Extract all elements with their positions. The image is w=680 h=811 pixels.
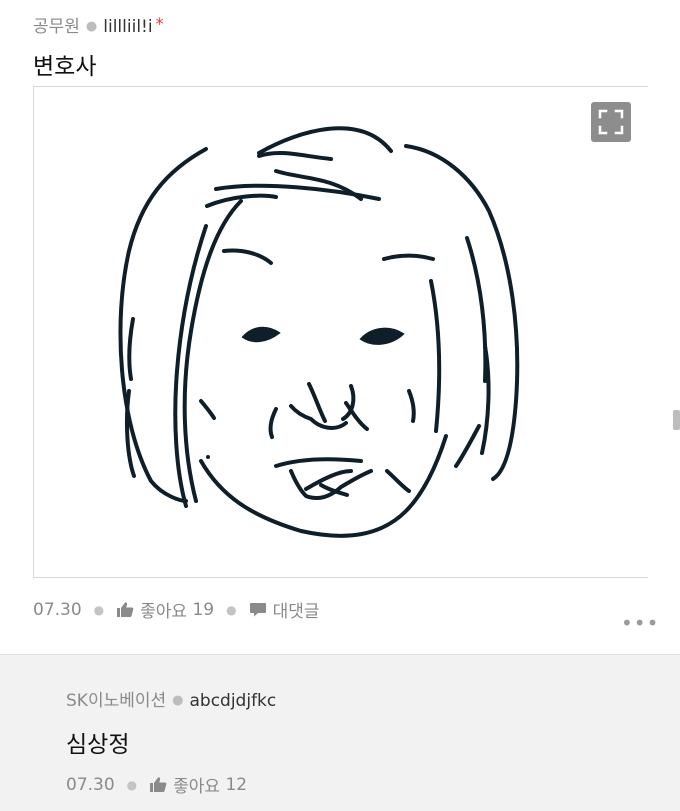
comment: 공무원 ● lillliil!i * 변호사 07.30 ● 좋아요 19 ● … [0, 0, 680, 654]
comment-footer: 07.30 ● 좋아요 19 ● 대댓글 [33, 597, 320, 623]
comment-date: 07.30 [33, 599, 82, 620]
more-options-button[interactable]: ••• [621, 611, 659, 635]
separator-dot: ● [172, 693, 184, 708]
like-count: 12 [225, 774, 248, 795]
like-label: 좋아요 [173, 777, 221, 797]
more-dots-icon: ••• [621, 611, 660, 635]
author-badge: * [155, 14, 164, 33]
face-drawing [118, 126, 520, 538]
comment-image[interactable] [33, 86, 648, 578]
reply-label: 대댓글 [272, 602, 320, 622]
like-button[interactable]: 좋아요 19 [116, 597, 214, 622]
speech-bubble-icon [249, 603, 266, 617]
separator-dot: ● [226, 602, 237, 617]
comment-text: 심상정 [66, 732, 130, 758]
expand-icon [598, 109, 624, 135]
like-label: 좋아요 [140, 602, 188, 622]
comment-text: 변호사 [33, 54, 97, 80]
comment-footer: 07.30 ● 좋아요 12 [66, 772, 247, 798]
author-org: 공무원 [33, 17, 80, 37]
separator-dot: ● [85, 19, 98, 34]
separator-dot: ● [126, 777, 138, 792]
comment-author-line: 공무원 ● lillliil!i * [33, 12, 164, 37]
like-count: 19 [192, 599, 215, 620]
author-org: SK이노베이션 [66, 691, 167, 711]
comment-date: 07.30 [66, 774, 115, 795]
thumbs-up-icon [150, 777, 167, 792]
reply-comment: SK이노베이션 ● abcdjdjfkc 심상정 07.30 ● 좋아요 12 [0, 654, 680, 811]
author-nickname[interactable]: abcdjdjfkc [189, 691, 276, 711]
reply-button[interactable]: 대댓글 [249, 597, 320, 622]
author-nickname[interactable]: lillliil!i [103, 17, 152, 37]
separator-dot: ● [93, 602, 105, 617]
thumbs-up-icon [117, 602, 134, 617]
comment-author-line: SK이노베이션 ● abcdjdjfkc [66, 686, 276, 711]
scrollbar-thumb[interactable] [673, 410, 680, 430]
expand-button[interactable] [591, 102, 631, 142]
like-button[interactable]: 좋아요 12 [149, 772, 247, 797]
